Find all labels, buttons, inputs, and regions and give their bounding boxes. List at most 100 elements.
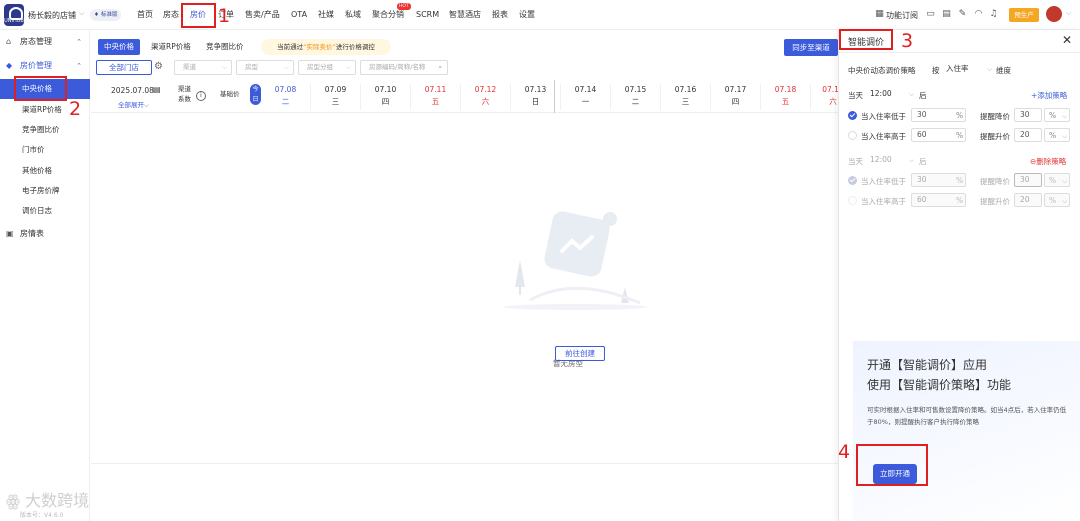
edit-icon[interactable]: ✎ — [957, 9, 968, 20]
rule2-high-remind-input[interactable]: 20 — [1014, 193, 1042, 207]
rule1-high-checkbox[interactable] — [848, 131, 857, 140]
day-column: 07.09 三 — [311, 84, 361, 110]
chevron-down-icon: ⌵ — [284, 63, 289, 71]
rule1-after: 后 — [919, 91, 927, 100]
day-date: 07.08 — [274, 85, 297, 94]
nav-home[interactable]: 首页 — [137, 0, 153, 30]
sidebar-group-room-status[interactable]: ⌂ 房态管理 ⌃ — [0, 32, 90, 52]
day-weekday: 二 — [281, 97, 290, 106]
day-date: 07.18 — [774, 85, 797, 94]
promo-description: 可实时根据入住率和可售数设置降价策略。如当4点后，若入住率仍低于80%，则提醒执… — [867, 406, 1067, 426]
room-type-select[interactable]: 房型 ⌵ — [236, 60, 294, 75]
nav-sales-products[interactable]: 售卖/产品 — [245, 0, 280, 30]
rule2-high-unit-select[interactable]: % ⌵ — [1044, 193, 1070, 207]
day-column: 07.12 六 — [461, 84, 511, 110]
tab-central-price[interactable]: 中央价格 — [98, 39, 140, 55]
create-room-type-button[interactable]: 前往创建 — [555, 346, 605, 361]
sidebar-item-other-prices[interactable]: 其他价格 — [0, 161, 90, 181]
rule2-low-unit-select[interactable]: % ⌵ — [1044, 173, 1070, 187]
info-icon[interactable]: i — [196, 91, 206, 101]
chevron-down-icon[interactable]: ⌵ — [1066, 9, 1071, 18]
rule2-high-label: 当入住率高于 — [861, 197, 906, 206]
nav-social[interactable]: 社媒 — [318, 0, 334, 30]
day-weekday: 五 — [781, 97, 790, 106]
rule2-high-remind: 提醒升价 — [980, 197, 1010, 206]
tab-channel-rp-price[interactable]: 渠道RP价格 — [145, 39, 197, 55]
nav-reports[interactable]: 报表 — [492, 0, 508, 30]
rule1-low-unit-select[interactable]: % ⌵ — [1044, 108, 1070, 122]
sidebar-item-electronic-price-board[interactable]: 电子房价牌 — [0, 181, 90, 201]
rule2-after: 后 — [919, 157, 927, 166]
rule1-low-remind-input[interactable]: 30 — [1014, 108, 1042, 122]
chevron-down-icon[interactable]: ⌵ — [79, 9, 84, 18]
day-weekday: 二 — [631, 97, 640, 106]
room-group-select[interactable]: 房型分组 ⌵ — [298, 60, 356, 75]
close-icon[interactable]: ✕ — [1062, 33, 1072, 47]
nav-room-status[interactable]: 房态 — [163, 0, 179, 30]
all-stores-button[interactable]: 全部门店 — [96, 60, 152, 75]
edition-badge: ♦ 标准版 — [90, 9, 122, 21]
tab-competitor-price[interactable]: 竞争圈比价 — [200, 39, 250, 55]
dimension-select[interactable]: 入住率 ⌵ — [946, 62, 994, 76]
day-column: 07.14 一 — [561, 84, 611, 110]
calendar-icon[interactable]: ▤ — [153, 85, 161, 94]
rule1-time-select[interactable]: 12:00 ⌵ — [870, 87, 916, 101]
calendar-icon[interactable]: ▤ — [941, 9, 952, 20]
sync-to-channel-button[interactable]: 同步至渠道 — [784, 39, 838, 56]
nav-private-domain[interactable]: 私域 — [345, 0, 361, 30]
delete-strategy-link[interactable]: ⊖删除策略 — [1030, 156, 1066, 167]
rule2-high-unit: % — [956, 196, 964, 205]
nav-scrm[interactable]: SCRM — [416, 0, 439, 30]
rule2-high-checkbox[interactable] — [848, 196, 857, 205]
bell-icon[interactable]: ♫ — [988, 9, 999, 20]
rule1-low-checkbox[interactable] — [848, 111, 857, 120]
sidebar-item-competitor-price[interactable]: 竞争圈比价 — [0, 120, 90, 140]
sidebar-item-price-log[interactable]: 调价日志 — [0, 201, 90, 221]
store-name[interactable]: 杨长毅的店铺 — [28, 10, 76, 21]
rule2-low-checkbox[interactable] — [848, 176, 857, 185]
prerelease-button[interactable]: 预生产 — [1009, 8, 1039, 22]
search-input[interactable]: 房源编码/简称/名称 ⌕ — [360, 60, 448, 75]
promo-title-2: 使用【智能调价策略】功能 — [867, 378, 1012, 392]
rule2-low-remind: 提醒降价 — [980, 177, 1010, 186]
nav-ota[interactable]: OTA — [291, 0, 307, 30]
message-icon[interactable]: ▭ — [925, 9, 936, 20]
price-tag-icon: ◆ — [6, 61, 13, 70]
diamond-icon: ♦ — [94, 12, 99, 18]
channel-coefficient-header: 渠道 系数 — [178, 85, 191, 103]
promo-card: 开通【智能调价】应用 使用【智能调价策略】功能 可实时根据入住率和可售数设置降价… — [853, 341, 1080, 521]
chevron-down-icon: ⌵ — [909, 156, 914, 164]
day-date: 07.10 — [374, 85, 397, 94]
nav-settings[interactable]: 设置 — [519, 0, 535, 30]
strategy-label: 中央价动态调价策略 — [848, 66, 916, 75]
sidebar-group-price-management[interactable]: ◆ 房价管理 ⌃ — [0, 56, 90, 76]
grid-icon[interactable]: ▦ — [874, 9, 885, 20]
rule2-time-select[interactable]: 12:00 ⌵ — [870, 153, 916, 167]
chevron-up-icon: ⌃ — [76, 62, 82, 70]
day-weekday: 五 — [431, 97, 440, 106]
today-badge: 今日 — [250, 84, 261, 105]
headset-icon[interactable]: ◠ — [973, 9, 984, 20]
sidebar-item-rack-rate[interactable]: 门市价 — [0, 140, 90, 160]
promo-title-1: 开通【智能调价】应用 — [867, 358, 988, 372]
chevron-down-icon: ⌵ — [1062, 132, 1067, 140]
expand-all-link[interactable]: 全部展开⌵ — [118, 99, 149, 110]
annotation-box-2 — [14, 76, 67, 101]
rule1-high-unit-select[interactable]: % ⌵ — [1044, 128, 1070, 142]
rule2-low-remind-input[interactable]: 30 — [1014, 173, 1042, 187]
sidebar-group-room-report[interactable]: ▣ 房情表 — [0, 224, 90, 244]
feature-subscribe[interactable]: 功能订阅 — [886, 10, 918, 21]
gear-icon[interactable]: ⚙ — [154, 61, 166, 73]
chevron-down-icon: ⌵ — [987, 65, 992, 73]
divider — [839, 52, 1080, 53]
app-logo[interactable]: UNIHUB — [4, 4, 24, 26]
add-strategy-link[interactable]: +添加策略 — [1031, 90, 1067, 101]
avatar[interactable] — [1046, 6, 1062, 22]
brand-logo-icon: ꙮ — [6, 491, 26, 510]
base-price-header: 基础价 — [220, 90, 240, 98]
day-date: 07.16 — [674, 85, 697, 94]
channel-select[interactable]: 渠道 ⌵ — [174, 60, 232, 75]
rule1-high-remind-input[interactable]: 20 — [1014, 128, 1042, 142]
nav-smart-hotel[interactable]: 智慧酒店 — [449, 0, 481, 30]
annotation-label-4: 4 — [838, 441, 851, 463]
